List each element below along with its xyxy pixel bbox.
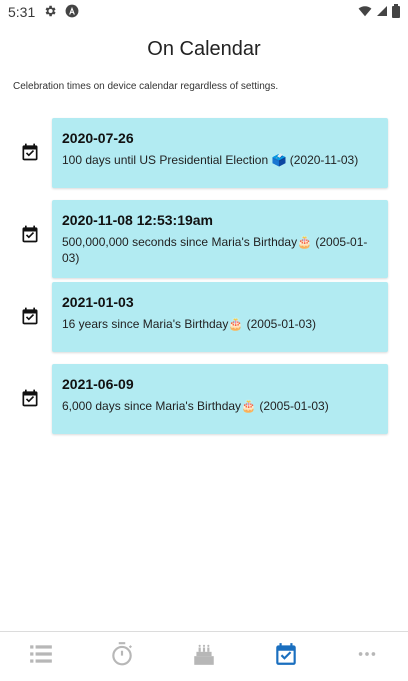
event-card[interactable]: 2021-01-03 16 years since Maria's Birthd… (52, 282, 388, 352)
status-right (358, 3, 400, 21)
calendar-check-icon (20, 224, 40, 249)
event-description: 6,000 days since Maria's Birthday🎂 (2005… (62, 399, 329, 413)
battery-icon (392, 3, 400, 21)
event-description: 100 days until US Presidential Election … (62, 153, 359, 167)
nav-more[interactable] (337, 637, 397, 677)
calendar-check-icon (20, 306, 40, 331)
app-logo-icon (65, 4, 79, 21)
event-card[interactable]: 2021-06-09 6,000 days since Maria's Birt… (52, 364, 388, 434)
event-description: 500,000,000 seconds since Maria's Birthd… (62, 235, 368, 265)
event-date: 2020-07-26 (62, 130, 134, 146)
nav-stopwatch[interactable] (92, 637, 152, 677)
nav-celebrations[interactable] (174, 637, 234, 677)
event-row[interactable]: 2020-11-08 12:53:19am 500,000,000 second… (0, 200, 408, 278)
more-icon (356, 643, 378, 670)
calendar-check-icon (20, 142, 40, 167)
stopwatch-icon (109, 641, 135, 672)
event-row[interactable]: 2021-01-03 16 years since Maria's Birthd… (0, 282, 408, 354)
nav-list[interactable] (11, 637, 71, 677)
signal-icon (376, 4, 388, 20)
page-subtitle: Celebration times on device calendar reg… (13, 81, 279, 92)
wifi-icon (358, 4, 372, 21)
settings-gear-icon (43, 4, 57, 21)
event-description: 16 years since Maria's Birthday🎂 (2005-0… (62, 317, 317, 331)
event-row[interactable]: 2020-07-26 100 days until US Presidentia… (0, 118, 408, 190)
list-icon (28, 641, 54, 672)
status-left: 5:31 (8, 4, 79, 21)
event-card[interactable]: 2020-11-08 12:53:19am 500,000,000 second… (52, 200, 388, 278)
status-time: 5:31 (8, 4, 36, 20)
event-row[interactable]: 2021-06-09 6,000 days since Maria's Birt… (0, 364, 408, 436)
calendar-check-icon (20, 388, 40, 413)
event-list: 2020-07-26 100 days until US Presidentia… (0, 118, 408, 446)
event-date: 2020-11-08 12:53:19am (62, 212, 214, 228)
status-bar: 5:31 (0, 0, 408, 24)
page-title: On Calendar (147, 38, 261, 60)
event-date: 2021-01-03 (62, 294, 134, 310)
event-card[interactable]: 2020-07-26 100 days until US Presidentia… (52, 118, 388, 188)
nav-calendar[interactable] (256, 637, 316, 677)
bottom-nav (0, 631, 408, 681)
cake-icon (191, 641, 217, 672)
calendar-check-icon (273, 641, 299, 672)
event-date: 2021-06-09 (62, 376, 134, 392)
